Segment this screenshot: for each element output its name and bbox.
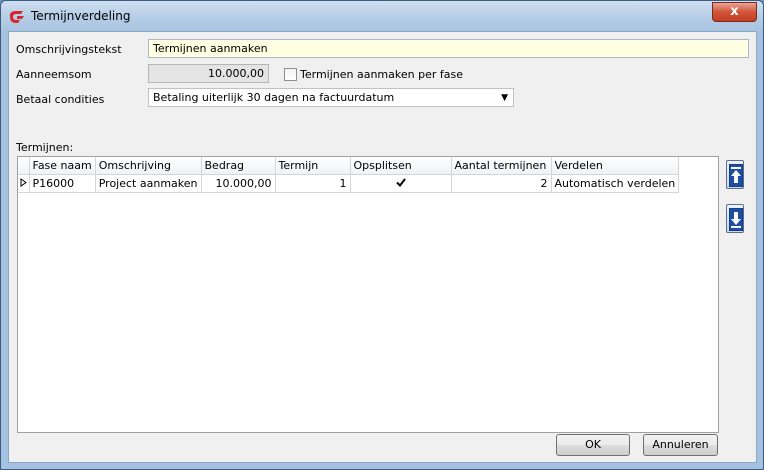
- table-row[interactable]: P16000 Project aanmaken 10.000,00 1 2 Au…: [18, 174, 680, 193]
- betaal-selected-value: Betaling uiterlijk 30 dagen na factuurda…: [153, 91, 395, 104]
- cell-fase-naam[interactable]: P16000: [29, 174, 96, 193]
- dialog-body: Omschrijvingstekst Termijnen aanmaken Aa…: [8, 31, 757, 463]
- termijnen-label: Termijnen:: [16, 141, 74, 154]
- row-pointer-icon[interactable]: [18, 174, 30, 193]
- ok-button[interactable]: OK: [556, 434, 630, 456]
- arrow-down-icon: [729, 208, 743, 231]
- termijnen-table: Fase naam Omschrijving Bedrag Termijn Op…: [18, 157, 680, 193]
- cell-termijn[interactable]: 1: [275, 174, 351, 193]
- table-header-row: Fase naam Omschrijving Bedrag Termijn Op…: [18, 157, 680, 175]
- title-bar[interactable]: Termijnverdeling x: [1, 1, 763, 31]
- column-header[interactable]: Verdelen: [551, 157, 680, 175]
- per-fase-label: Termijnen aanmaken per fase: [300, 68, 463, 81]
- close-icon: x: [730, 4, 739, 19]
- per-fase-checkbox[interactable]: [284, 68, 297, 81]
- cell-omschrijving[interactable]: Project aanmaken: [95, 174, 202, 193]
- row-pointer-icon: [20, 177, 27, 187]
- cell-bedrag[interactable]: 10.000,00: [201, 174, 276, 193]
- column-header[interactable]: Aantal termijnen: [451, 157, 552, 175]
- omschrijving-input[interactable]: Termijnen aanmaken: [148, 39, 749, 58]
- close-button[interactable]: x: [712, 2, 757, 22]
- column-header[interactable]: Opsplitsen: [350, 157, 452, 175]
- betaal-select[interactable]: Betaling uiterlijk 30 dagen na factuurda…: [148, 88, 514, 107]
- move-down-button[interactable]: [726, 204, 744, 233]
- cell-aantal-termijnen[interactable]: 2: [451, 174, 552, 193]
- column-header[interactable]: Fase naam: [29, 157, 96, 175]
- dialog-window: Termijnverdeling x Omschrijvingstekst Te…: [0, 0, 764, 470]
- column-header[interactable]: Termijn: [275, 157, 351, 175]
- chevron-down-icon: ▼: [501, 93, 508, 103]
- row-header-corner: [18, 157, 30, 175]
- omschrijving-label: Omschrijvingstekst: [16, 43, 122, 56]
- aanneemsom-input[interactable]: 10.000,00: [148, 64, 269, 83]
- checkmark-icon: [395, 178, 406, 188]
- app-logo-icon: [9, 11, 24, 23]
- betaal-label: Betaal condities: [16, 93, 105, 106]
- cancel-button[interactable]: Annuleren: [643, 434, 718, 456]
- arrow-up-icon: [729, 164, 743, 187]
- termijnen-grid[interactable]: Fase naam Omschrijving Bedrag Termijn Op…: [17, 156, 719, 433]
- cell-verdelen[interactable]: Automatisch verdelen: [551, 174, 680, 193]
- column-header[interactable]: Omschrijving: [95, 157, 202, 175]
- column-header[interactable]: Bedrag: [201, 157, 276, 175]
- move-up-button[interactable]: [726, 160, 744, 189]
- cell-opsplitsen[interactable]: [350, 174, 452, 193]
- window-title: Termijnverdeling: [31, 9, 131, 23]
- aanneemsom-label: Aanneemsom: [16, 68, 92, 81]
